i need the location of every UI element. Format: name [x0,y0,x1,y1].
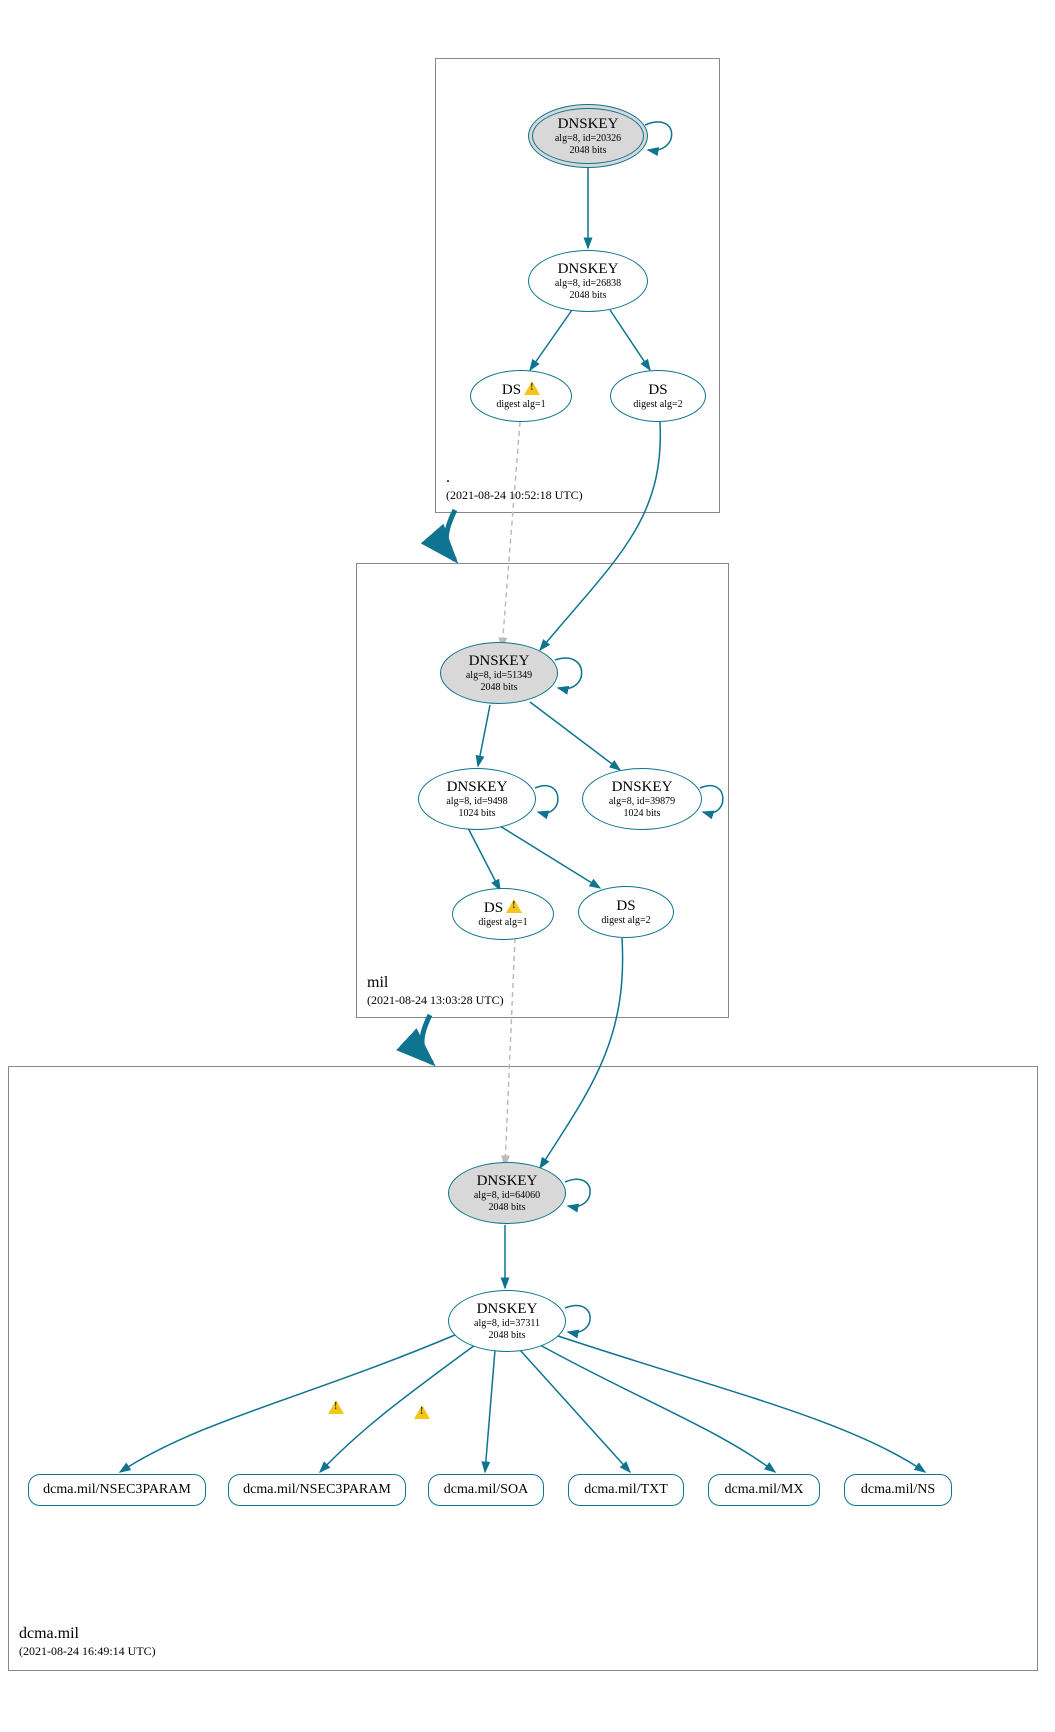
record-txt: dcma.mil/TXT [568,1474,684,1506]
node-mil-zsk: DNSKEY alg=8, id=9498 1024 bits [418,768,536,830]
zone-dcma: dcma.mil (2021-08-24 16:49:14 UTC) [8,1066,1038,1671]
zone-dcma-name: dcma.mil [19,1624,156,1645]
node-root-ds2: DS digest alg=2 [610,370,706,422]
node-dcma-ksk: DNSKEY alg=8, id=64060 2048 bits [448,1162,566,1224]
zone-root-name: . [446,468,583,489]
record-nsec3param-1: dcma.mil/NSEC3PARAM [28,1474,206,1506]
zone-mil-name: mil [367,973,504,994]
node-root-zsk: DNSKEY alg=8, id=26838 2048 bits [528,250,648,312]
node-mil-ds2: DS digest alg=2 [578,886,674,938]
warning-icon [328,1400,344,1414]
warning-icon [506,899,522,913]
node-mil-ksk: DNSKEY alg=8, id=51349 2048 bits [440,642,558,704]
node-mil-key3: DNSKEY alg=8, id=39879 1024 bits [582,768,702,830]
warning-icon [524,381,540,395]
node-mil-ds1: DS digest alg=1 [452,888,554,940]
record-nsec3param-2: dcma.mil/NSEC3PARAM [228,1474,406,1506]
node-root-ds1: DS digest alg=1 [470,370,572,422]
zone-mil-timestamp: (2021-08-24 13:03:28 UTC) [367,993,504,1009]
zone-root-timestamp: (2021-08-24 10:52:18 UTC) [446,488,583,504]
record-ns: dcma.mil/NS [844,1474,952,1506]
node-dcma-zsk: DNSKEY alg=8, id=37311 2048 bits [448,1290,566,1352]
node-root-ksk: DNSKEY alg=8, id=20326 2048 bits [528,104,648,168]
zone-dcma-timestamp: (2021-08-24 16:49:14 UTC) [19,1644,156,1660]
record-soa: dcma.mil/SOA [428,1474,544,1506]
warning-icon [414,1405,430,1419]
record-mx: dcma.mil/MX [708,1474,820,1506]
